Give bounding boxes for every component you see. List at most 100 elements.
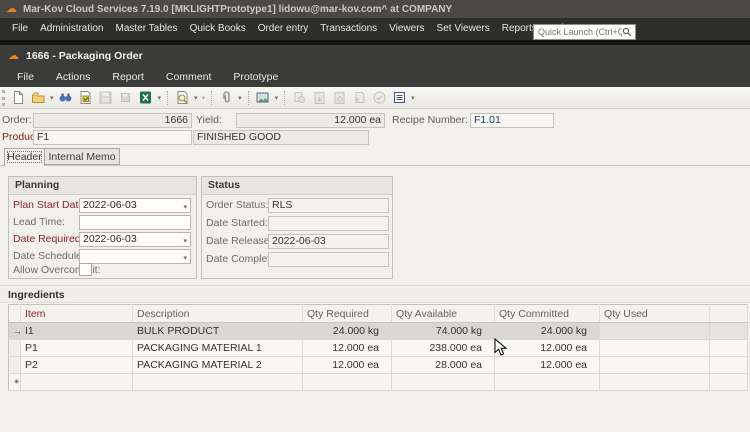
new-document-icon[interactable] — [9, 89, 27, 107]
properties-list-icon[interactable] — [390, 89, 408, 107]
main-titlebar: Mar-Kov Cloud Services 7.19.0 [MKLIGHTPr… — [0, 0, 750, 18]
winmenu-actions[interactable]: Actions — [48, 67, 98, 87]
order-window-menubar: File Actions Report Comment Prototype — [0, 67, 750, 87]
excel-dropdown-caret[interactable] — [158, 94, 162, 102]
open-dropdown-caret[interactable] — [50, 94, 54, 102]
chevron-down-icon[interactable] — [183, 252, 187, 265]
print-preview-icon[interactable] — [173, 89, 191, 107]
menu-transactions[interactable]: Transactions — [316, 18, 381, 40]
menu-master-tables[interactable]: Master Tables — [111, 18, 181, 40]
cell-qty-available[interactable]: 74.000 kg — [392, 323, 495, 340]
col-qty-required[interactable]: Qty Required — [303, 305, 392, 323]
cell-item[interactable]: P2 — [21, 357, 133, 374]
cell-item[interactable] — [21, 374, 133, 391]
cell-qty-required[interactable]: 24.000 kg — [303, 323, 392, 340]
cell-description[interactable]: BULK PRODUCT — [133, 323, 303, 340]
chevron-down-icon[interactable] — [183, 235, 187, 248]
cell-item[interactable]: P1 — [21, 340, 133, 357]
cell-blank[interactable] — [710, 374, 748, 391]
winmenu-prototype[interactable]: Prototype — [225, 67, 286, 87]
clipboard-find-icon[interactable] — [330, 89, 348, 107]
cell-qty-available[interactable] — [392, 374, 495, 391]
properties-dropdown-caret[interactable] — [411, 94, 415, 102]
insert-image-icon[interactable] — [254, 89, 272, 107]
recipe-number-field[interactable]: F1.01 — [470, 113, 554, 128]
tab-header[interactable]: Header — [4, 148, 45, 166]
cell-qty-available[interactable]: 238.000 ea — [392, 340, 495, 357]
chevron-down-icon[interactable] — [183, 201, 187, 214]
row-marker — [9, 340, 21, 357]
menu-set-viewers[interactable]: Set Viewers — [433, 18, 494, 40]
cell-qty-committed[interactable]: 12.000 ea — [495, 340, 600, 357]
allow-overcommit-checkbox[interactable] — [79, 263, 92, 276]
cell-description[interactable]: PACKAGING MATERIAL 2 — [133, 357, 303, 374]
winmenu-comment[interactable]: Comment — [158, 67, 220, 87]
quick-launch-box[interactable] — [533, 24, 636, 40]
attachment-paperclip-icon[interactable] — [217, 89, 235, 107]
cell-qty-available[interactable]: 28.000 ea — [392, 357, 495, 374]
cell-qty-used[interactable] — [600, 340, 710, 357]
approve-check-icon[interactable] — [370, 89, 388, 107]
cell-item[interactable]: I1 — [21, 323, 133, 340]
find-binoculars-icon[interactable] — [57, 89, 75, 107]
cell-blank[interactable] — [710, 323, 748, 340]
winmenu-report[interactable]: Report — [104, 67, 152, 87]
print-dropdown-caret[interactable] — [202, 94, 206, 102]
new-row[interactable]: ✳ — [9, 374, 748, 391]
menu-order-entry[interactable]: Order entry — [254, 18, 313, 40]
cell-blank[interactable] — [710, 357, 748, 374]
save-icon[interactable] — [97, 89, 115, 107]
date-started-field[interactable] — [268, 216, 389, 231]
save-small-icon[interactable] — [117, 89, 135, 107]
cell-qty-used[interactable] — [600, 374, 710, 391]
excel-export-icon[interactable] — [137, 89, 155, 107]
send-document-icon[interactable] — [350, 89, 368, 107]
cell-description[interactable] — [133, 374, 303, 391]
quick-launch-input[interactable] — [534, 27, 622, 37]
lead-time-input[interactable] — [79, 215, 191, 230]
cell-qty-used[interactable] — [600, 357, 710, 374]
table-row[interactable]: → I1 BULK PRODUCT 24.000 kg 74.000 kg 24… — [9, 323, 748, 340]
cell-blank[interactable] — [710, 340, 748, 357]
print-preview-dropdown-caret[interactable] — [194, 94, 198, 102]
col-qty-committed[interactable]: Qty Committed — [495, 305, 600, 323]
order-field[interactable]: 1666 — [33, 113, 192, 128]
verify-document-icon[interactable] — [77, 89, 95, 107]
table-row[interactable]: P2 PACKAGING MATERIAL 2 12.000 ea 28.000… — [9, 357, 748, 374]
product-description-field[interactable]: FINISHED GOOD — [193, 130, 369, 145]
cell-qty-required[interactable]: 12.000 ea — [303, 340, 392, 357]
cell-qty-committed[interactable]: 24.000 kg — [495, 323, 600, 340]
plan-start-date-dropdown[interactable]: 2022-06-03 — [79, 198, 191, 213]
date-required-dropdown[interactable]: 2022-06-03 — [79, 232, 191, 247]
product-field[interactable]: F1 — [33, 130, 192, 145]
plan-start-date-value: 2022-06-03 — [83, 199, 137, 211]
open-folder-icon[interactable] — [29, 89, 47, 107]
date-completed-field[interactable] — [268, 252, 389, 267]
cell-description[interactable]: PACKAGING MATERIAL 1 — [133, 340, 303, 357]
order-status-field[interactable]: RLS — [268, 198, 389, 213]
attachment-dropdown-caret[interactable] — [238, 94, 242, 102]
cell-qty-committed[interactable] — [495, 374, 600, 391]
date-released-field[interactable]: 2022-06-03 — [268, 234, 389, 249]
cell-qty-used[interactable] — [600, 323, 710, 340]
col-description[interactable]: Description — [133, 305, 303, 323]
cell-qty-required[interactable]: 12.000 ea — [303, 357, 392, 374]
col-qty-available[interactable]: Qty Available — [392, 305, 495, 323]
copy-icon[interactable] — [290, 89, 308, 107]
menu-file[interactable]: File — [8, 18, 32, 40]
col-item[interactable]: Item — [21, 305, 133, 323]
tab-internal-memo[interactable]: Internal Memo — [45, 148, 120, 165]
menu-viewers[interactable]: Viewers — [385, 18, 428, 40]
date-scheduled-dropdown[interactable] — [79, 249, 191, 264]
image-dropdown-caret[interactable] — [275, 94, 279, 102]
paste-clipboard-icon[interactable] — [310, 89, 328, 107]
col-qty-used[interactable]: Qty Used — [600, 305, 710, 323]
menu-administration[interactable]: Administration — [36, 18, 107, 40]
table-row[interactable]: P1 PACKAGING MATERIAL 1 12.000 ea 238.00… — [9, 340, 748, 357]
winmenu-file[interactable]: File — [9, 67, 42, 87]
cell-qty-committed[interactable]: 12.000 ea — [495, 357, 600, 374]
menu-quick-books[interactable]: Quick Books — [186, 18, 250, 40]
toolbar-separator — [248, 91, 249, 105]
cell-qty-required[interactable] — [303, 374, 392, 391]
yield-field[interactable]: 12.000 ea — [236, 113, 385, 128]
